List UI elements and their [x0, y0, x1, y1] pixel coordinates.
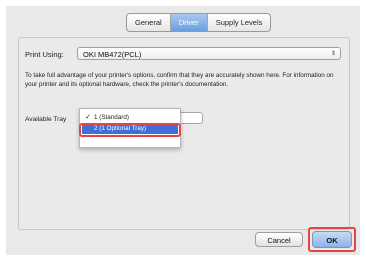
tab-supply-levels[interactable]: Supply Levels: [208, 14, 271, 31]
driver-panel: Print Using: OKI MB472(PCL) ⇕ To take fu…: [18, 37, 350, 230]
tab-bar: General Driver Supply Levels: [126, 13, 272, 32]
tray-option-highlight: [79, 123, 181, 137]
cancel-button[interactable]: Cancel: [255, 232, 303, 247]
tray-option-standard[interactable]: ✓ 1 (Standard): [82, 112, 178, 123]
ok-button-highlight: [308, 227, 356, 252]
tab-driver[interactable]: Driver: [170, 14, 208, 31]
available-tray-label: Available Tray: [25, 116, 67, 123]
print-using-select[interactable]: OKI MB472(PCL) ⇕: [77, 47, 341, 60]
print-using-value: OKI MB472(PCL): [83, 50, 142, 59]
print-using-label: Print Using:: [25, 50, 64, 59]
checkmark-icon: ✓: [85, 114, 91, 121]
select-arrows-icon: ⇕: [330, 51, 336, 57]
printer-options-dialog: General Driver Supply Levels Print Using…: [6, 6, 360, 255]
tray-option-label: 1 (Standard): [94, 114, 130, 121]
tab-general[interactable]: General: [127, 14, 171, 31]
info-text: To take full advantage of your printer's…: [25, 72, 334, 88]
